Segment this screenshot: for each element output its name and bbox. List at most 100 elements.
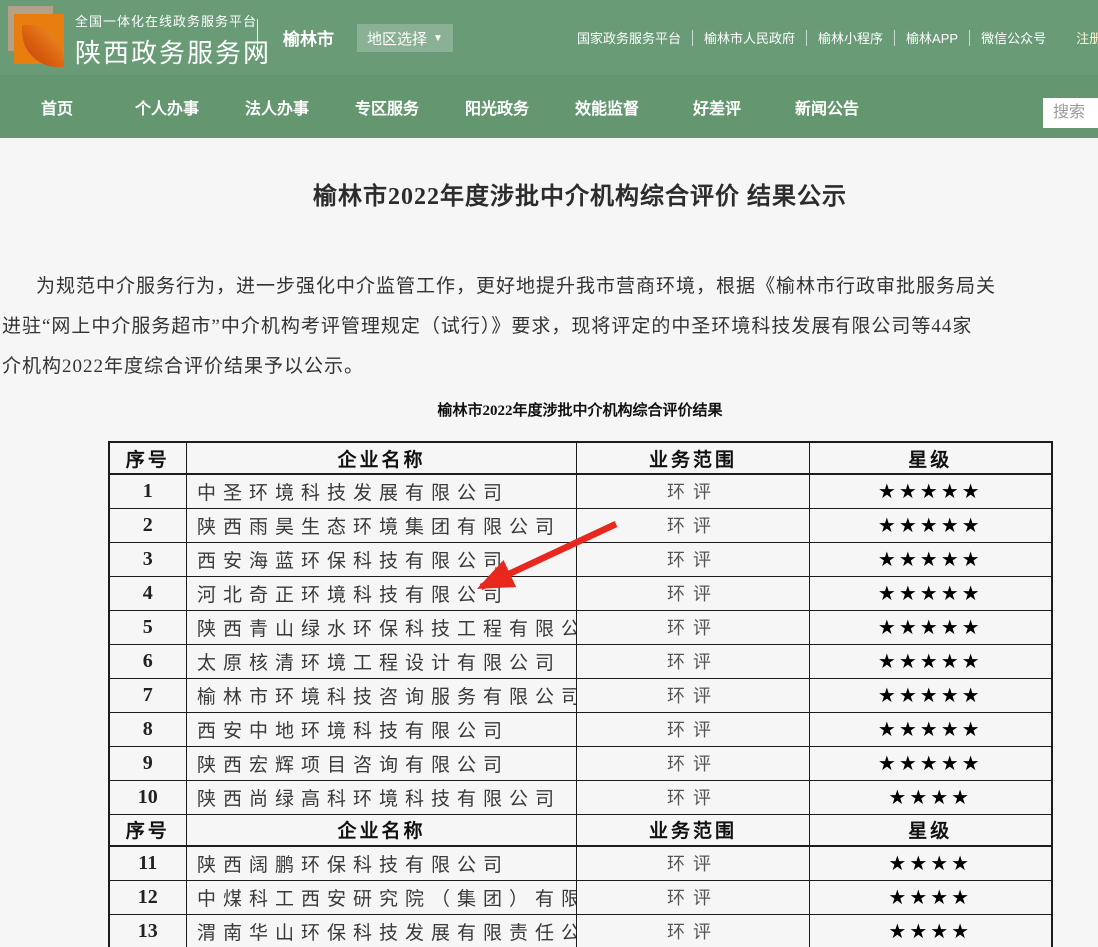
results-table-body: 序号企业名称业务范围星级1中圣环境科技发展有限公司环评★★★★★2陕西雨昊生态环… bbox=[109, 442, 1052, 947]
cell-scope: 环评 bbox=[577, 542, 810, 576]
top-links: 国家政务服务平台 榆林市人民政府 榆林小程序 榆林APP 微信公众号 注册 bbox=[577, 0, 1098, 75]
cell-stars: ★★★★★ bbox=[810, 508, 1052, 542]
cell-stars: ★★★★★ bbox=[810, 678, 1052, 712]
cell-stars: ★★★★★ bbox=[810, 542, 1052, 576]
link-separator bbox=[969, 30, 970, 46]
cell-name: 河北奇正环境科技有限公司 bbox=[187, 576, 577, 610]
table-header-row: 序号企业名称业务范围星级 bbox=[109, 442, 1052, 474]
nav-item-personal[interactable]: 个人办事 bbox=[112, 95, 222, 119]
cell-scope: 环评 bbox=[577, 678, 810, 712]
cell-stars: ★★★★ bbox=[810, 880, 1052, 914]
register-link[interactable]: 注册 bbox=[1076, 28, 1098, 47]
evaluation-results-table: 序号企业名称业务范围星级1中圣环境科技发展有限公司环评★★★★★2陕西雨昊生态环… bbox=[108, 441, 1053, 947]
brand-divider bbox=[257, 19, 258, 56]
cell-name: 榆林市环境科技咨询服务有限公司 bbox=[187, 678, 577, 712]
cell-stars: ★★★★★ bbox=[810, 576, 1052, 610]
cell-name: 太原核清环境工程设计有限公司 bbox=[187, 644, 577, 678]
column-header: 业务范围 bbox=[577, 814, 810, 846]
cell-scope: 环评 bbox=[577, 712, 810, 746]
cell-name: 中圣环境科技发展有限公司 bbox=[187, 474, 577, 508]
cell-no: 1 bbox=[109, 474, 187, 508]
link-city-government[interactable]: 榆林市人民政府 bbox=[704, 28, 795, 47]
link-mini-program[interactable]: 榆林小程序 bbox=[818, 28, 883, 47]
brand-block: 全国一体化在线政务服务平台 陕西政务服务网 bbox=[75, 11, 271, 70]
table-row: 12中煤科工西安研究院（集团）有限公司环评★★★★ bbox=[109, 880, 1052, 914]
cell-name: 陕西青山绿水环保科技工程有限公司 bbox=[187, 610, 577, 644]
cell-stars: ★★★★★ bbox=[810, 644, 1052, 678]
table-row: 3西安海蓝环保科技有限公司环评★★★★★ bbox=[109, 542, 1052, 576]
column-header: 序号 bbox=[109, 442, 187, 474]
cell-no: 6 bbox=[109, 644, 187, 678]
cell-no: 9 bbox=[109, 746, 187, 780]
cell-no: 7 bbox=[109, 678, 187, 712]
search-input[interactable] bbox=[1043, 98, 1098, 128]
cell-name: 陕西阔鹏环保科技有限公司 bbox=[187, 846, 577, 880]
cell-stars: ★★★★★ bbox=[810, 610, 1052, 644]
cell-scope: 环评 bbox=[577, 576, 810, 610]
column-header: 企业名称 bbox=[187, 442, 577, 474]
region-selector-label: 地区选择 bbox=[367, 28, 427, 49]
paragraph-line: 为规范中介服务行为，进一步强化中介监管工作，更好地提升我市营商环境，根据《榆林市… bbox=[2, 267, 1098, 307]
cell-scope: 环评 bbox=[577, 474, 810, 508]
cell-scope: 环评 bbox=[577, 746, 810, 780]
cell-scope: 环评 bbox=[577, 508, 810, 542]
column-header: 星级 bbox=[810, 442, 1052, 474]
current-city-label: 榆林市 bbox=[283, 25, 334, 50]
table-row: 6太原核清环境工程设计有限公司环评★★★★★ bbox=[109, 644, 1052, 678]
nav-item-legal-entity[interactable]: 法人办事 bbox=[222, 95, 332, 119]
cell-scope: 环评 bbox=[577, 644, 810, 678]
link-separator bbox=[806, 30, 807, 46]
article-content: 榆林市2022年度涉批中介机构综合评价 结果公示 为规范中介服务行为，进一步强化… bbox=[0, 138, 1098, 947]
logo-leaf-icon bbox=[22, 25, 64, 67]
announcement-paragraph: 为规范中介服务行为，进一步强化中介监管工作，更好地提升我市营商环境，根据《榆林市… bbox=[0, 267, 1098, 387]
cell-scope: 环评 bbox=[577, 880, 810, 914]
cell-no: 5 bbox=[109, 610, 187, 644]
cell-scope: 环评 bbox=[577, 846, 810, 880]
cell-name: 陕西宏辉项目咨询有限公司 bbox=[187, 746, 577, 780]
table-row: 2陕西雨昊生态环境集团有限公司环评★★★★★ bbox=[109, 508, 1052, 542]
cell-stars: ★★★★ bbox=[810, 780, 1052, 814]
column-header: 星级 bbox=[810, 814, 1052, 846]
site-logo bbox=[8, 5, 66, 65]
nav-item-special-zone[interactable]: 专区服务 bbox=[332, 95, 442, 119]
table-header-row: 序号企业名称业务范围星级 bbox=[109, 814, 1052, 846]
table-row: 8西安中地环境科技有限公司环评★★★★★ bbox=[109, 712, 1052, 746]
cell-no: 11 bbox=[109, 846, 187, 880]
cell-scope: 环评 bbox=[577, 610, 810, 644]
table-row: 10陕西尚绿高科环境科技有限公司环评★★★★ bbox=[109, 780, 1052, 814]
cell-no: 4 bbox=[109, 576, 187, 610]
cell-stars: ★★★★ bbox=[810, 914, 1052, 947]
column-header: 序号 bbox=[109, 814, 187, 846]
nav-items: 首页 个人办事 法人办事 专区服务 阳光政务 效能监督 好差评 新闻公告 bbox=[2, 75, 882, 138]
cell-no: 10 bbox=[109, 780, 187, 814]
table-row: 13渭南华山环保科技发展有限责任公司环评★★★★ bbox=[109, 914, 1052, 947]
link-national-platform[interactable]: 国家政务服务平台 bbox=[577, 28, 681, 47]
table-row: 1中圣环境科技发展有限公司环评★★★★★ bbox=[109, 474, 1052, 508]
nav-item-rating[interactable]: 好差评 bbox=[662, 95, 772, 119]
link-separator bbox=[692, 30, 693, 46]
region-selector-button[interactable]: 地区选择 ▼ bbox=[357, 24, 453, 52]
nav-item-news[interactable]: 新闻公告 bbox=[772, 95, 882, 119]
main-nav: 首页 个人办事 法人办事 专区服务 阳光政务 效能监督 好差评 新闻公告 bbox=[0, 75, 1098, 138]
link-app[interactable]: 榆林APP bbox=[906, 28, 958, 47]
nav-item-supervision[interactable]: 效能监督 bbox=[552, 95, 662, 119]
table-row: 7榆林市环境科技咨询服务有限公司环评★★★★★ bbox=[109, 678, 1052, 712]
table-row: 11陕西阔鹏环保科技有限公司环评★★★★ bbox=[109, 846, 1052, 880]
cell-no: 3 bbox=[109, 542, 187, 576]
cell-stars: ★★★★ bbox=[810, 846, 1052, 880]
cell-name: 西安中地环境科技有限公司 bbox=[187, 712, 577, 746]
cell-name: 西安海蓝环保科技有限公司 bbox=[187, 542, 577, 576]
cell-no: 8 bbox=[109, 712, 187, 746]
table-caption: 榆林市2022年度涉批中介机构综合评价结果 bbox=[0, 399, 1098, 420]
cell-stars: ★★★★★ bbox=[810, 712, 1052, 746]
column-header: 企业名称 bbox=[187, 814, 577, 846]
site-name: 陕西政务服务网 bbox=[75, 33, 271, 70]
site-header: 全国一体化在线政务服务平台 陕西政务服务网 榆林市 地区选择 ▼ 国家政务服务平… bbox=[0, 0, 1098, 75]
paragraph-line: 进驻“网上中介服务超市”中介机构考评管理规定（试行）》要求，现将评定的中圣环境科… bbox=[2, 307, 1098, 347]
cell-no: 13 bbox=[109, 914, 187, 947]
nav-item-home[interactable]: 首页 bbox=[2, 95, 112, 119]
link-wechat-official[interactable]: 微信公众号 bbox=[981, 28, 1046, 47]
nav-item-transparency[interactable]: 阳光政务 bbox=[442, 95, 552, 119]
chevron-down-icon: ▼ bbox=[433, 33, 443, 44]
page-title: 榆林市2022年度涉批中介机构综合评价 结果公示 bbox=[0, 176, 1098, 211]
